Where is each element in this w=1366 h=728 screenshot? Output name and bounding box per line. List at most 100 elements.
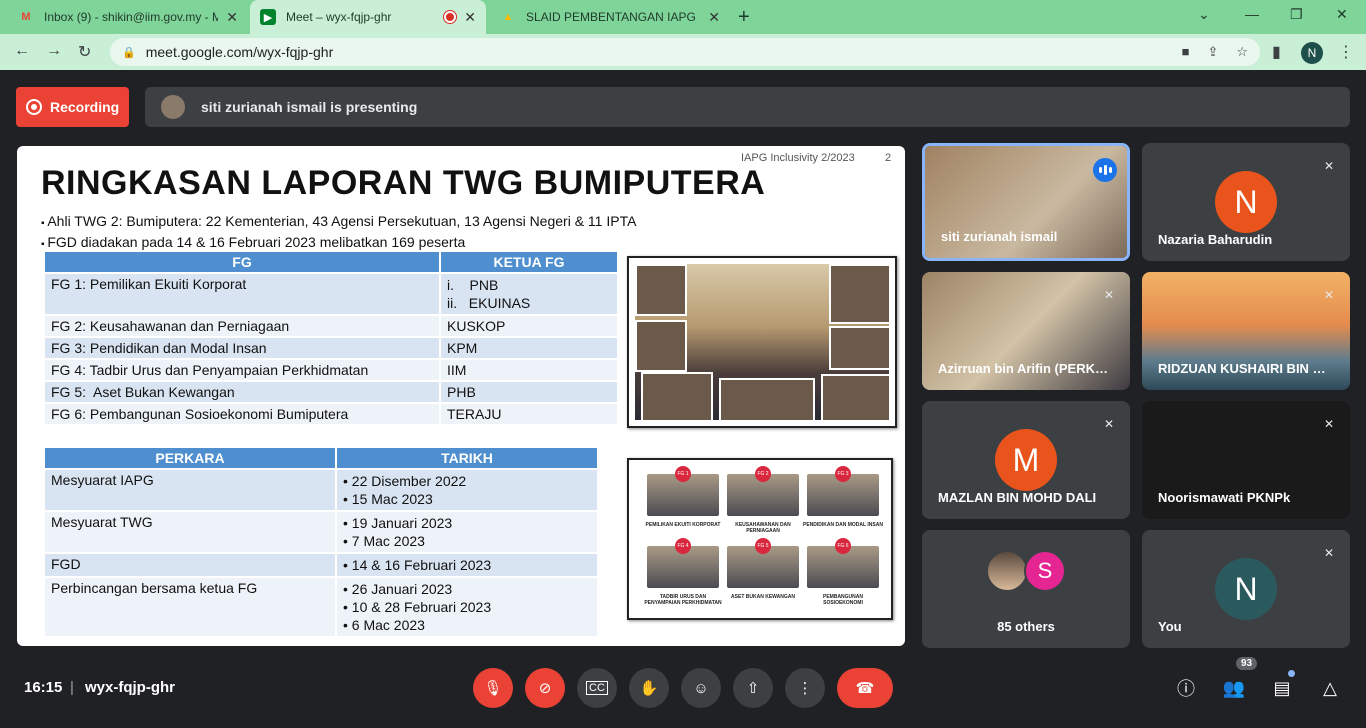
profile-avatar[interactable]: N [1301,42,1323,64]
recording-button[interactable]: Recording [16,87,129,127]
tab-slides[interactable]: ▲ SLAID PEMBENTANGAN IAPG BIL ✕ [490,0,730,34]
table-row: FG 5: Aset Bukan Kewangan PHB [43,380,619,404]
date-item: • 26 Januari 2023 [343,581,453,597]
table-header: FG [43,250,441,274]
browser-toolbar: ← → ↻ 🔒 meet.google.com/wyx-fqjp-ghr ■ ⇪… [0,34,1366,70]
table-row: FG 3: Pendidikan dan Modal Insan KPM [43,336,619,360]
participant-tile[interactable]: ✕ Noorismawati PKNPk [1142,401,1350,519]
date-item: • 22 Disember 2022 [343,473,467,489]
meeting-code: wyx-fqjp-ghr [85,679,175,696]
fg-caption: PEMILIKAN EKUITI KORPORAT [645,522,721,528]
fg-badge: FG 1 [675,466,691,482]
table-row: FGD • 14 & 16 Februari 2023 [43,552,599,578]
table-row: FG 2: Keusahawanan dan Perniagaan KUSKOP [43,314,619,338]
participant-tile[interactable]: ✕ M MAZLAN BIN MOHD DALI [922,401,1130,519]
tab-meet[interactable]: ▶ Meet – wyx-fqjp-ghr ✕ [250,0,486,34]
date-item: • 7 Mac 2023 [343,533,425,549]
captions-icon: CC [586,681,608,695]
table-cell: FGD [43,552,337,578]
participant-tile[interactable]: ✕ Azirruan bin Arifin (PERKESO) [922,272,1130,390]
table-header: TARIKH [335,446,599,470]
meeting-info-icon[interactable]: ⓘ [1174,676,1198,700]
participant-tile[interactable]: ✕ RIDZUAN KUSHAIRI BIN MOHD [1142,272,1350,390]
table-row: FG 4: Tadbir Urus dan Penyampaian Perkhi… [43,358,619,382]
table-cell: Mesyuarat IAPG [43,468,337,512]
date-item: • 15 Mac 2023 [343,491,433,507]
date-item: • 10 & 28 Februari 2023 [343,599,492,615]
mic-off-icon: 🎙 [483,680,503,697]
table-cell: FG 1: Pemilikan Ekuiti Korporat [43,272,441,316]
table-row: Mesyuarat TWG • 19 Januari 2023 • 7 Mac … [43,510,599,554]
meeting-clock: 16:15 [24,679,63,696]
forward-icon[interactable]: → [46,42,62,60]
close-tab-icon[interactable]: ✕ [464,9,476,26]
date-item: • 6 Mac 2023 [343,617,425,633]
participant-tile[interactable]: siti zurianah ismail [922,143,1130,261]
camera-toggle-button[interactable]: ⊘ [525,668,565,708]
table-cell: FG 6: Pembangunan Sosioekonomi Bumiputer… [43,402,441,426]
recording-indicator-icon [444,11,457,23]
tab-search-icon[interactable]: ⌄ [1198,6,1210,23]
reactions-button[interactable]: ☺ [681,668,721,708]
address-bar[interactable]: 🔒 meet.google.com/wyx-fqjp-ghr ■ ⇪ ☆ [110,38,1260,66]
table-cell: • 19 Januari 2023 • 7 Mac 2023 [335,510,599,554]
mic-off-icon: ✕ [1323,159,1335,173]
reload-icon[interactable]: ↻ [78,42,91,62]
table-cell: Mesyuarat TWG [43,510,337,554]
present-button[interactable]: ⇧ [733,668,773,708]
schedule-table: PERKARA TARIKH Mesyuarat IAPG • 22 Disem… [43,446,599,638]
browser-menu-icon[interactable]: ⋮ [1338,42,1354,62]
meet-icon: ▶ [260,9,276,25]
table-row: FG 6: Pembangunan Sosioekonomi Bumiputer… [43,402,619,426]
table-header: PERKARA [43,446,337,470]
table-cell: TERAJU [439,402,619,426]
more-options-button[interactable]: ⋮ [785,668,825,708]
presentation-slide: IAPG Inclusivity 2/2023 2 RINGKASAN LAPO… [17,146,905,646]
minimize-icon[interactable]: — [1245,6,1259,22]
close-window-icon[interactable]: ✕ [1336,6,1348,23]
table-cell: FG 4: Tadbir Urus dan Penyampaian Perkhi… [43,358,441,382]
new-tab-icon[interactable]: + [738,6,750,29]
date-item: • 19 Januari 2023 [343,515,453,531]
chat-notification-dot [1288,670,1295,677]
close-tab-icon[interactable]: ✕ [708,9,720,26]
tab-gmail[interactable]: M Inbox (9) - shikin@iim.gov.my - M ✕ [8,0,248,34]
self-tile[interactable]: ✕ N You [1142,530,1350,648]
gmail-icon: M [21,11,31,23]
camera-icon[interactable]: ■ [1182,44,1190,60]
restore-icon[interactable]: ❐ [1290,6,1303,23]
emoji-icon: ☺ [693,679,709,697]
tab-title: SLAID PEMBENTANGAN IAPG BIL [526,10,701,24]
side-panel-icon[interactable]: ▮ [1272,42,1281,62]
activities-icon[interactable]: △ [1318,676,1342,700]
table-cell: PHB [439,380,619,404]
back-icon[interactable]: ← [14,42,30,60]
tab-title: Inbox (9) - shikin@iim.gov.my - M [44,10,219,24]
fg-caption: ASET BUKAN KEWANGAN [731,594,795,600]
fg-badge: FG 2 [755,466,771,482]
mic-toggle-button[interactable]: 🎙 [473,668,513,708]
mic-off-icon: ✕ [1323,546,1335,560]
others-tile[interactable]: S 85 others [922,530,1130,648]
participant-name: You [1158,619,1182,634]
share-icon[interactable]: ⇪ [1207,44,1218,60]
chat-icon[interactable]: ▤ [1270,676,1294,700]
table-cell: • 26 Januari 2023 • 10 & 28 Februari 202… [335,576,599,638]
leave-call-button[interactable]: ☎ [837,668,893,708]
people-icon[interactable]: 👥 [1222,676,1246,700]
participant-name: RIDZUAN KUSHAIRI BIN MOHD [1158,361,1334,376]
raise-hand-button[interactable]: ✋ [629,668,669,708]
fg-badge: FG 4 [675,538,691,554]
fg-badge: FG 6 [835,538,851,554]
participant-name: siti zurianah ismail [941,229,1058,244]
bookmark-star-icon[interactable]: ☆ [1236,44,1248,60]
close-tab-icon[interactable]: ✕ [226,9,238,26]
participant-name: MAZLAN BIN MOHD DALI [938,490,1097,505]
participant-tile[interactable]: ✕ N Nazaria Baharudin [1142,143,1350,261]
lock-icon[interactable]: 🔒 [122,46,136,59]
participant-avatar: N [1215,558,1277,620]
captions-button[interactable]: CC [577,668,617,708]
participants-count-badge: 93 [1236,657,1258,670]
fg-badge: FG 3 [835,466,851,482]
table-cell: • 14 & 16 Februari 2023 [335,552,599,578]
